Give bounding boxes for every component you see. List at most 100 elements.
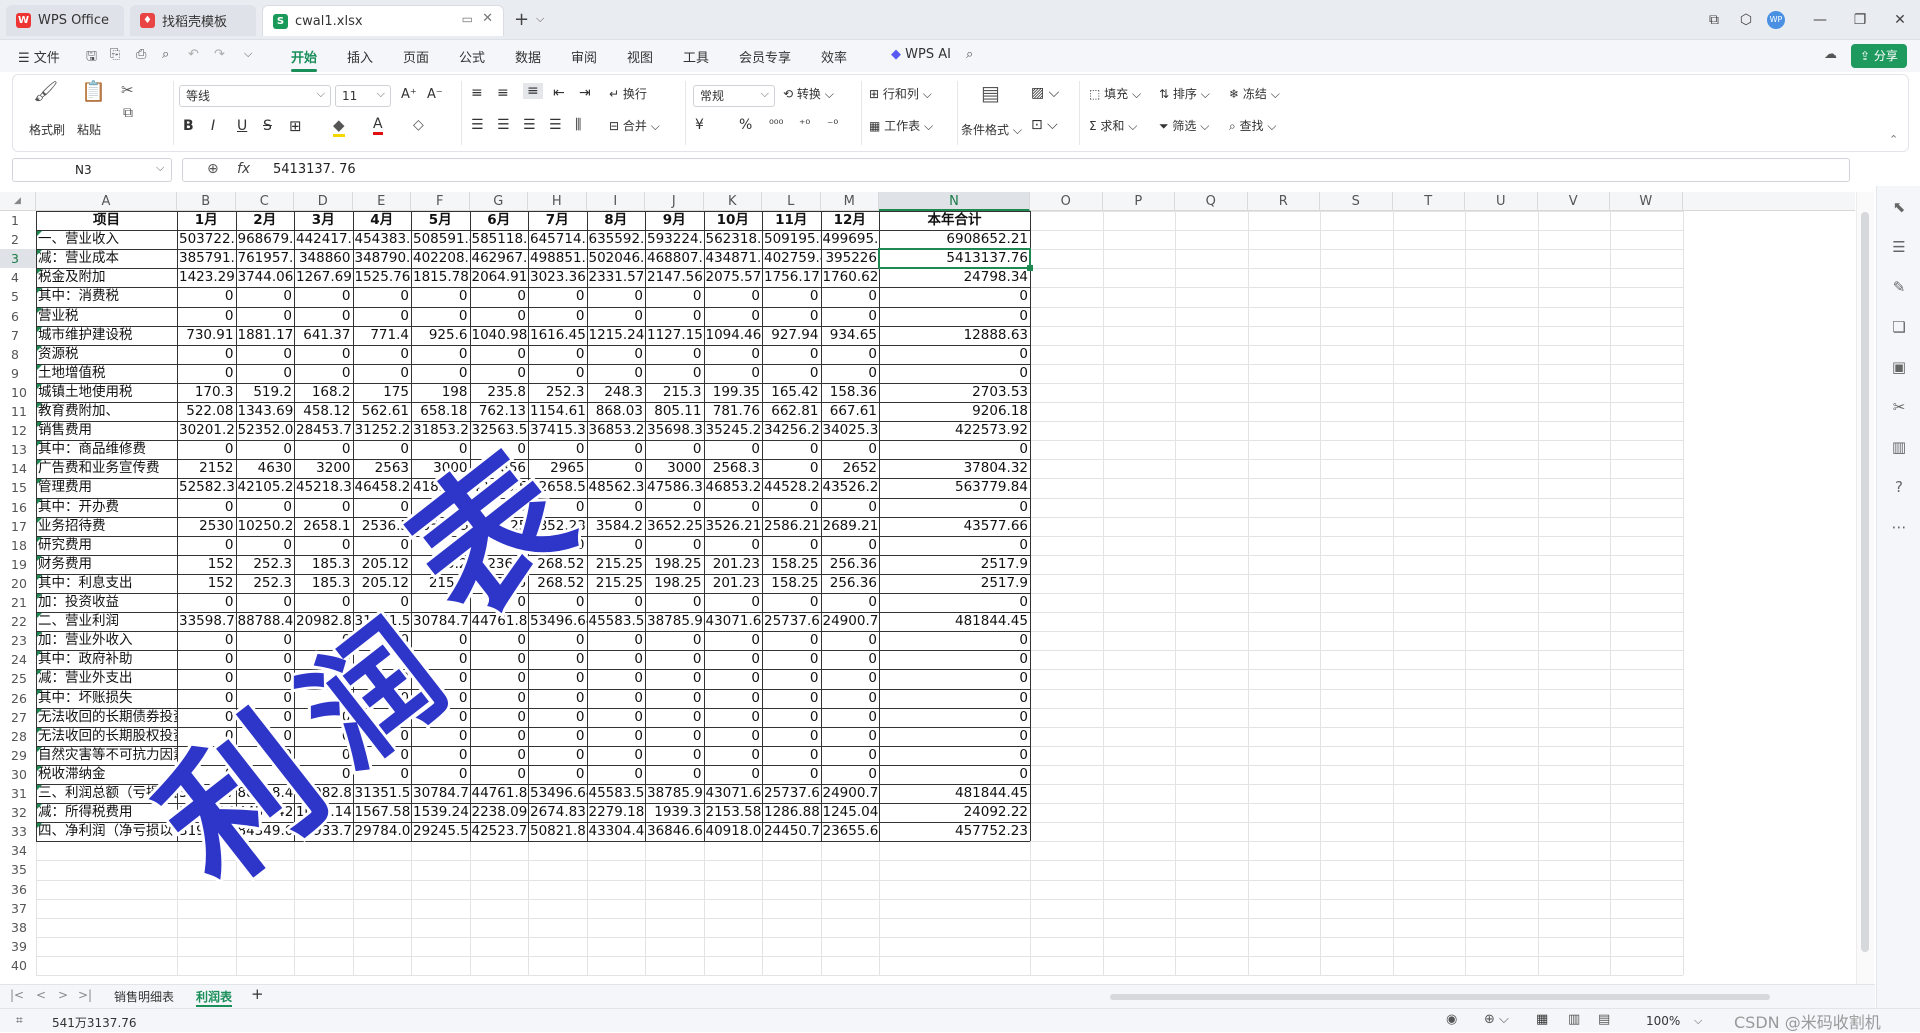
value-cell[interactable]: 0 <box>821 746 880 765</box>
value-cell[interactable]: 0 <box>762 498 821 517</box>
print-icon[interactable]: ⎙ <box>136 47 146 62</box>
value-cell[interactable]: 0 <box>411 708 470 727</box>
value-cell[interactable]: 0 <box>645 746 704 765</box>
value-cell[interactable]: 0 <box>879 631 1030 650</box>
value-cell[interactable]: 402208.1 <box>411 249 470 268</box>
value-cell[interactable]: 10250.25 <box>236 517 295 536</box>
row-label-cell[interactable]: 财务费用 <box>36 555 177 574</box>
column-header-m[interactable]: M <box>821 192 879 211</box>
pen-edit-icon[interactable]: ✎ <box>1889 278 1909 298</box>
value-cell[interactable]: 0 <box>470 689 529 708</box>
cut-icon[interactable]: ✂ <box>121 81 134 99</box>
value-cell[interactable]: 0 <box>879 650 1030 669</box>
value-cell[interactable]: 1154.61 <box>528 402 587 421</box>
value-cell[interactable]: 2674.83 <box>528 803 587 822</box>
value-cell[interactable]: 4630 <box>236 459 295 478</box>
row-label-cell[interactable]: 业务招待费 <box>36 517 177 536</box>
zoom-level[interactable]: 100% <box>1646 1014 1680 1028</box>
value-cell[interactable]: 0 <box>762 765 821 784</box>
value-cell[interactable]: 2689.21 <box>821 517 880 536</box>
row-header-7[interactable]: 7 <box>0 326 36 345</box>
row-header-30[interactable]: 30 <box>0 765 36 784</box>
value-cell[interactable]: 236.6 <box>470 555 529 574</box>
row-label-cell[interactable]: 无法收回的长期债券投资损失 <box>36 708 177 727</box>
value-cell[interactable]: 2152 <box>177 459 236 478</box>
row-header-25[interactable]: 25 <box>0 669 36 688</box>
value-cell[interactable]: 1267.69 <box>294 268 353 287</box>
value-cell[interactable]: 457752.23 <box>879 822 1030 841</box>
value-cell[interactable]: 201.23 <box>704 574 763 593</box>
value-cell[interactable]: 562318.3 <box>704 230 763 249</box>
value-cell[interactable]: 402759.4 <box>762 249 821 268</box>
value-cell[interactable]: 1127.15 <box>645 326 704 345</box>
value-cell[interactable]: 0 <box>470 364 529 383</box>
value-cell[interactable]: 0 <box>353 364 412 383</box>
value-cell[interactable]: 0 <box>470 631 529 650</box>
row-label-cell[interactable]: 三、利润总额（亏损总额以“-”号填列） <box>36 784 177 803</box>
value-cell[interactable]: 25737.65 <box>762 612 821 631</box>
value-cell[interactable]: 252.3 <box>528 383 587 402</box>
value-cell[interactable]: 2075.57 <box>704 268 763 287</box>
column-header-k[interactable]: K <box>704 192 762 211</box>
spreadsheet-grid[interactable]: ◢ A B C D E F G H I J K L M N O P Q R S T U V W 1 2 3 4 5 6 7 8 9 10 11 12… <box>0 192 1855 976</box>
value-cell[interactable]: 24798.34 <box>879 268 1030 287</box>
add-sheet-button[interactable]: + <box>251 985 264 1003</box>
value-cell[interactable]: 28453.7 <box>294 421 353 440</box>
value-cell[interactable]: 31351.59 <box>353 612 412 631</box>
collapse-ribbon-icon[interactable]: ⌃ <box>1889 133 1898 146</box>
value-cell[interactable]: 0 <box>645 440 704 459</box>
value-cell[interactable]: 24092.22 <box>879 803 1030 822</box>
value-cell[interactable]: 1040.98 <box>470 326 529 345</box>
value-cell[interactable]: 252.3 <box>236 555 295 574</box>
value-cell[interactable]: 0 <box>470 593 529 612</box>
value-cell[interactable]: 0 <box>528 765 587 784</box>
column-header-r[interactable]: R <box>1248 192 1320 211</box>
value-cell[interactable]: 0 <box>645 364 704 383</box>
value-cell[interactable]: 0 <box>411 727 470 746</box>
value-cell[interactable]: 0 <box>528 650 587 669</box>
value-cell[interactable]: 1815.78 <box>411 268 470 287</box>
value-cell[interactable]: 0 <box>353 765 412 784</box>
value-cell[interactable]: 498851.8 <box>528 249 587 268</box>
column-header-f[interactable]: F <box>411 192 470 211</box>
value-cell[interactable]: 0 <box>353 440 412 459</box>
row-label-cell[interactable]: 其中：开办费 <box>36 498 177 517</box>
value-cell[interactable]: 0 <box>762 631 821 650</box>
value-cell[interactable]: 37804.32 <box>879 459 1030 478</box>
value-cell[interactable]: 0 <box>294 593 353 612</box>
value-cell[interactable]: 0 <box>587 440 646 459</box>
value-cell[interactable]: 0 <box>821 364 880 383</box>
quick-access-chevron-icon[interactable]: ⌵ <box>244 47 252 61</box>
value-cell[interactable]: 0 <box>353 631 412 650</box>
menu-efficiency[interactable]: 效率 <box>821 47 847 66</box>
value-cell[interactable]: 1343.69 <box>236 402 295 421</box>
column-header-i[interactable]: I <box>587 192 645 211</box>
row-label-cell[interactable]: 教育费附加、 <box>36 402 177 421</box>
value-cell[interactable]: 3744.06 <box>236 268 295 287</box>
value-cell[interactable]: 1616.45 <box>528 326 587 345</box>
value-cell[interactable]: 458.12 <box>294 402 353 421</box>
value-cell[interactable]: 0 <box>587 498 646 517</box>
value-cell[interactable]: 84349.02 <box>236 822 295 841</box>
value-cell[interactable]: 52352.02 <box>236 421 295 440</box>
value-cell[interactable]: 925.6 <box>411 326 470 345</box>
strikethrough-button[interactable]: S <box>263 118 272 134</box>
copy-icon[interactable]: ⧉ <box>123 105 133 121</box>
value-cell[interactable]: 468807.7 <box>645 249 704 268</box>
value-cell[interactable]: 0 <box>411 689 470 708</box>
value-cell[interactable]: 0 <box>353 650 412 669</box>
header-cell-c[interactable]: 2月 <box>236 211 295 230</box>
value-cell[interactable]: 3052.25 <box>411 517 470 536</box>
row-header-8[interactable]: 8 <box>0 345 36 364</box>
value-cell[interactable]: 35698.32 <box>645 421 704 440</box>
value-cell[interactable]: 0 <box>879 765 1030 784</box>
row-header-24[interactable]: 24 <box>0 650 36 669</box>
value-cell[interactable]: 0 <box>353 345 412 364</box>
value-cell[interactable]: 0 <box>704 498 763 517</box>
increase-font-icon[interactable]: A⁺ <box>401 87 417 102</box>
prev-sheet-icon[interactable]: < <box>36 988 46 1002</box>
value-cell[interactable]: 0 <box>762 287 821 306</box>
value-cell[interactable]: 34025.31 <box>821 421 880 440</box>
align-bottom-icon[interactable]: ≡ <box>523 83 543 99</box>
justify-icon[interactable]: ☰ <box>549 117 562 133</box>
